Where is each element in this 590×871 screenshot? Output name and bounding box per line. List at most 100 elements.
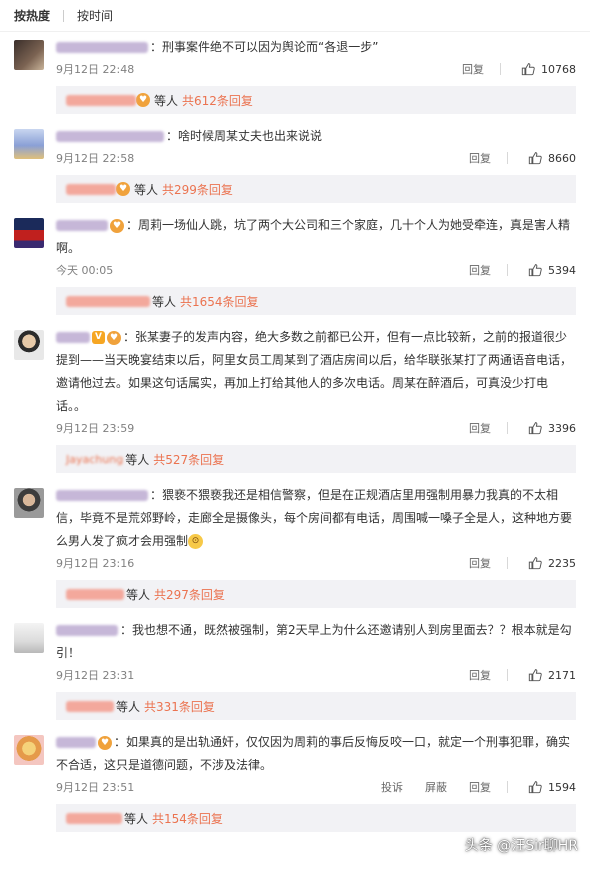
username[interactable] [56,625,118,636]
reply-summary[interactable]: Jayachung 等人 共527条回复 [56,445,576,473]
thumbs-up-icon [528,669,542,682]
verified-icon: V [92,331,105,344]
reply-button[interactable]: 回复 [469,779,491,795]
comment-text: ：啥时候周某丈夫也出来说说 [56,125,576,148]
reply-button[interactable]: 回复 [469,420,491,436]
comment-item: V ♥ ：张某妻子的发声内容，绝大多数之前都已公开，但有一点比较新，之前的报道很少提… [0,326,590,473]
reply-count-link[interactable]: 共299条回复 [162,181,233,198]
like-count: 5394 [548,263,576,277]
reply-button[interactable]: 回复 [469,150,491,166]
thumbs-up-icon [528,152,542,165]
thumbs-up-icon [528,557,542,570]
username[interactable] [56,220,108,231]
like-button[interactable]: 10768 [521,62,576,76]
reply-username [66,812,122,824]
comment-meta: 9月12日 22:58 回复 8660 [56,148,576,168]
divider [507,669,508,681]
avatar[interactable] [14,735,44,765]
comment-item: ：猥亵不猥亵我还是相信警察，但是在正规酒店里用强制用暴力我真的不太相信，毕竟不是… [0,484,590,608]
comment-meta: 9月12日 23:51 投诉 屏蔽 回复 1594 [56,777,576,797]
like-count: 3396 [548,421,576,435]
like-count: 2235 [548,556,576,570]
reply-count-link[interactable]: 共612条回复 [182,92,253,109]
comment-time: 9月12日 23:31 [56,669,135,682]
reply-count-link[interactable]: 共331条回复 [144,698,215,715]
reply-summary[interactable]: 等人 共1654条回复 [56,287,576,315]
avatar[interactable] [14,40,44,70]
reply-summary[interactable]: 等人 共331条回复 [56,692,576,720]
like-count: 1594 [548,780,576,794]
thumbs-up-icon [528,264,542,277]
sort-by-hot[interactable]: 按热度 [14,7,50,24]
divider [500,63,501,75]
comment-item: ♥ ：周莉一场仙人跳，坑了两个大公司和三个家庭，几十个人为她受牵连，真是害人精啊。… [0,214,590,315]
watermark: 头条 @汪Sir聊HR [464,838,578,854]
like-count: 8660 [548,151,576,165]
comment-item: ♥ ：如果真的是出轨通奸，仅仅因为周莉的事后反悔反咬一口，就定一个刑事犯罪，确实不… [0,731,590,832]
comment-text: ：刑事案件绝不可以因为舆论而“各退一步” [56,36,576,59]
comment-meta: 9月12日 23:16 回复 2235 [56,553,576,573]
block-button[interactable]: 屏蔽 [425,779,447,795]
avatar[interactable] [14,330,44,360]
fan-badge-icon: ♥ [98,735,112,750]
divider [507,422,508,434]
fan-badge-icon: ♥ [116,182,130,196]
thumbs-up-icon [528,781,542,794]
like-button[interactable]: 2171 [528,668,576,682]
like-count: 2171 [548,668,576,682]
reply-button[interactable]: 回复 [462,61,484,77]
reply-summary[interactable]: ♥ 等人 共612条回复 [56,86,576,114]
avatar[interactable] [14,623,44,653]
username[interactable] [56,42,148,53]
reply-username [66,94,136,106]
reply-summary[interactable]: 等人 共154条回复 [56,804,576,832]
reply-username [66,183,116,195]
comment-text: ♥ ：周莉一场仙人跳，坑了两个大公司和三个家庭，几十个人为她受牵连，真是害人精啊。 [56,218,571,255]
username[interactable] [56,131,164,142]
username[interactable] [56,737,96,748]
reply-button[interactable]: 回复 [469,262,491,278]
like-button[interactable]: 3396 [528,421,576,435]
comment-item: ：我也想不通，既然被强制，第2天早上为什么还邀请别人到房里面去？？根本就是勾引！… [0,619,590,720]
comment-time: 9月12日 23:59 [56,422,135,435]
reply-count-link[interactable]: 共1654条回复 [180,293,259,310]
reply-button[interactable]: 回复 [469,667,491,683]
avatar[interactable] [14,488,44,518]
reply-button[interactable]: 回复 [469,555,491,571]
report-button[interactable]: 投诉 [381,779,403,795]
comment-item: ：刑事案件绝不可以因为舆论而“各退一步” 9月12日 22:48 回复 1076… [0,36,590,114]
sort-divider [63,9,65,22]
thumbs-up-icon [528,422,542,435]
reply-count-link[interactable]: 共297条回复 [154,586,225,603]
username[interactable] [56,332,90,343]
username[interactable] [56,490,148,501]
divider [507,557,508,569]
thumbs-up-icon [521,63,535,76]
reply-count-link[interactable]: 共527条回复 [153,451,224,468]
fan-badge-icon: ♥ [107,330,121,345]
like-button[interactable]: 8660 [528,151,576,165]
reply-username: Jayachung [66,452,124,466]
comment-time: 今天 00:05 [56,264,114,277]
sort-by-time[interactable]: 按时间 [77,7,113,24]
comment-meta: 9月12日 23:59 回复 3396 [56,418,576,438]
avatar[interactable] [14,129,44,159]
like-button[interactable]: 2235 [528,556,576,570]
divider [507,152,508,164]
comment-time: 9月12日 22:48 [56,63,135,76]
like-button[interactable]: 1594 [528,780,576,794]
comment-text: ：我也想不通，既然被强制，第2天早上为什么还邀请别人到房里面去？？根本就是勾引！ [56,623,572,660]
like-button[interactable]: 5394 [528,263,576,277]
comment-time: 9月12日 23:16 [56,557,135,570]
avatar[interactable] [14,218,44,248]
comment-meta: 9月12日 23:31 回复 2171 [56,665,576,685]
fan-badge-icon: ♥ [110,218,124,233]
reply-summary[interactable]: ♥ 等人 共299条回复 [56,175,576,203]
comment-time: 9月12日 22:58 [56,152,135,165]
fan-badge-icon: ♥ [136,93,150,107]
reply-summary[interactable]: 等人 共297条回复 [56,580,576,608]
reply-count-link[interactable]: 共154条回复 [152,810,223,827]
divider [507,264,508,276]
comment-text: ：猥亵不猥亵我还是相信警察，但是在正规酒店里用强制用暴力我真的不太相信，毕竟不是… [56,488,573,549]
comment-time: 9月12日 23:51 [56,781,135,794]
